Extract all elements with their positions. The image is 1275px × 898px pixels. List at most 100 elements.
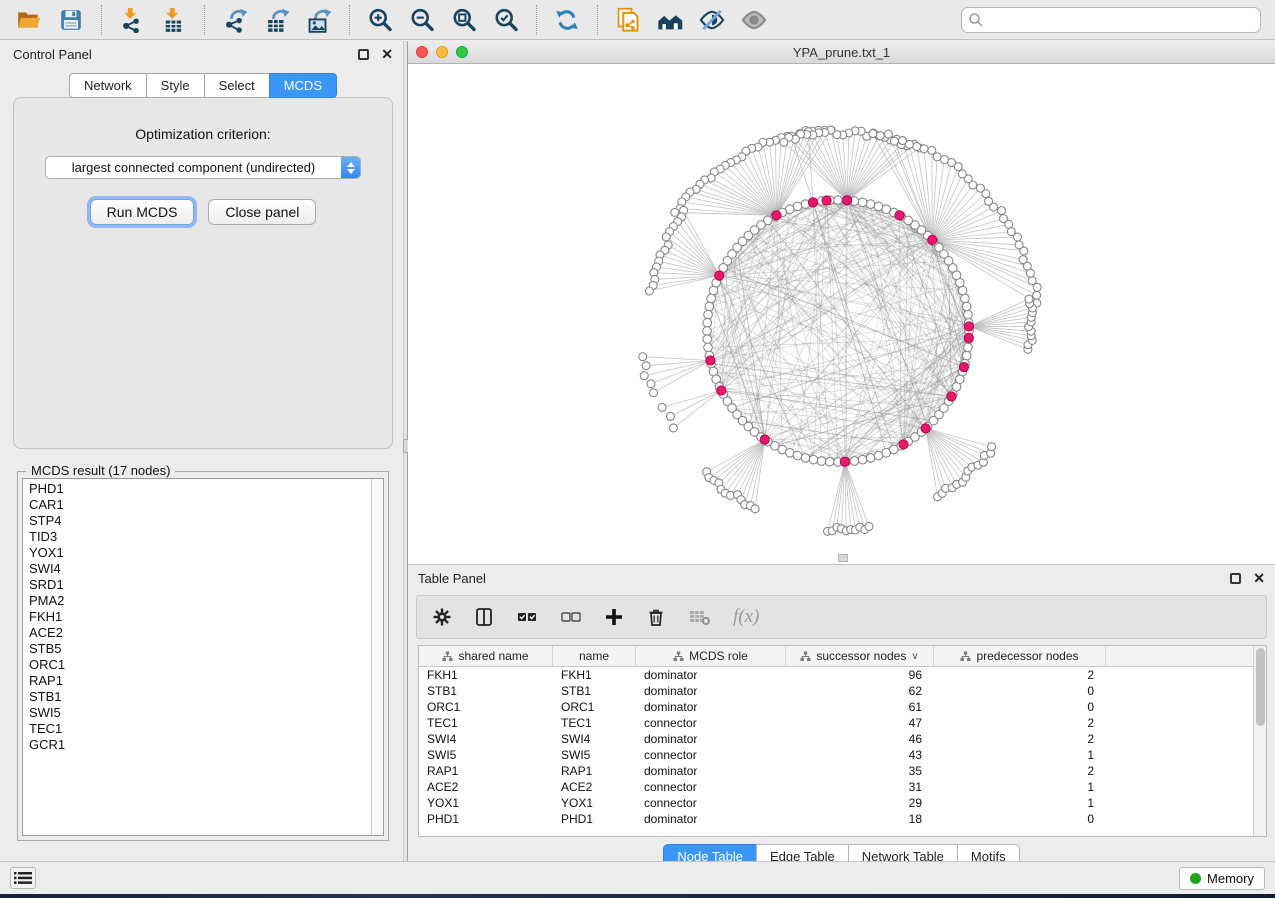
cell-successor_nodes[interactable]: 29 bbox=[786, 795, 934, 811]
select-all-rows-button[interactable] bbox=[515, 606, 539, 628]
cell-mcds_role[interactable]: connector bbox=[636, 715, 786, 731]
criterion-dropdown[interactable]: largest connected component (undirected) bbox=[45, 156, 361, 179]
memory-button[interactable]: Memory bbox=[1179, 867, 1265, 890]
cell-shared_name[interactable]: STB1 bbox=[419, 683, 553, 699]
cell-successor_nodes[interactable]: 18 bbox=[786, 811, 934, 827]
mcds-result-scrollbar[interactable] bbox=[371, 479, 383, 835]
result-node-item[interactable]: ORC1 bbox=[29, 657, 371, 673]
search-input[interactable] bbox=[984, 12, 1254, 27]
table-row[interactable]: PHD1PHD1dominator180 bbox=[419, 811, 1266, 827]
import-network-button[interactable] bbox=[114, 4, 150, 36]
cell-predecessor_nodes[interactable]: 2 bbox=[934, 731, 1106, 747]
zoom-out-button[interactable] bbox=[404, 4, 440, 36]
help-home-button[interactable] bbox=[652, 4, 688, 36]
close-panel-button-mcds[interactable]: Close panel bbox=[208, 199, 316, 225]
function-builder-button[interactable]: f(x) bbox=[733, 606, 759, 628]
cell-shared_name[interactable]: SWI5 bbox=[419, 747, 553, 763]
task-history-button[interactable] bbox=[10, 867, 36, 889]
cell-shared_name[interactable]: ACE2 bbox=[419, 779, 553, 795]
show-graphics-details-button[interactable] bbox=[736, 4, 772, 36]
result-node-item[interactable]: SRD1 bbox=[29, 577, 371, 593]
cell-predecessor_nodes[interactable]: 0 bbox=[934, 683, 1106, 699]
result-node-item[interactable]: CAR1 bbox=[29, 497, 371, 513]
export-network-button[interactable] bbox=[217, 4, 253, 36]
result-node-item[interactable]: TID3 bbox=[29, 529, 371, 545]
refresh-layout-button[interactable] bbox=[549, 4, 585, 36]
run-mcds-button[interactable]: Run MCDS bbox=[90, 199, 195, 225]
cell-name[interactable]: TEC1 bbox=[553, 715, 636, 731]
save-session-button[interactable] bbox=[53, 4, 89, 36]
result-node-item[interactable]: YOX1 bbox=[29, 545, 371, 561]
result-node-item[interactable]: PMA2 bbox=[29, 593, 371, 609]
column-header-predecessor-nodes[interactable]: predecessor nodes bbox=[934, 646, 1106, 666]
cell-predecessor_nodes[interactable]: 1 bbox=[934, 779, 1106, 795]
result-node-item[interactable]: ACE2 bbox=[29, 625, 371, 641]
table-row[interactable]: TEC1TEC1connector472 bbox=[419, 715, 1266, 731]
result-node-item[interactable]: STB5 bbox=[29, 641, 371, 657]
table-row[interactable]: SWI5SWI5connector431 bbox=[419, 747, 1266, 763]
cell-successor_nodes[interactable]: 47 bbox=[786, 715, 934, 731]
tab-mcds[interactable]: MCDS bbox=[269, 73, 337, 98]
cell-mcds_role[interactable]: dominator bbox=[636, 683, 786, 699]
cell-mcds_role[interactable]: dominator bbox=[636, 763, 786, 779]
cell-successor_nodes[interactable]: 96 bbox=[786, 667, 934, 683]
create-column-button[interactable] bbox=[603, 606, 625, 628]
cell-predecessor_nodes[interactable]: 2 bbox=[934, 715, 1106, 731]
result-node-item[interactable]: SWI5 bbox=[29, 705, 371, 721]
cell-predecessor_nodes[interactable]: 2 bbox=[934, 667, 1106, 683]
result-node-item[interactable]: FKH1 bbox=[29, 609, 371, 625]
cell-shared_name[interactable]: ORC1 bbox=[419, 699, 553, 715]
cell-shared_name[interactable]: YOX1 bbox=[419, 795, 553, 811]
cell-predecessor_nodes[interactable]: 2 bbox=[934, 763, 1106, 779]
hide-graphics-details-button[interactable] bbox=[694, 4, 730, 36]
zoom-in-button[interactable] bbox=[362, 4, 398, 36]
cell-name[interactable]: PHD1 bbox=[553, 811, 636, 827]
cell-mcds_role[interactable]: dominator bbox=[636, 699, 786, 715]
zoom-fit-content-button[interactable] bbox=[446, 4, 482, 36]
search-field[interactable] bbox=[961, 7, 1261, 33]
delete-table-button[interactable] bbox=[687, 606, 713, 628]
export-image-button[interactable] bbox=[301, 4, 337, 36]
result-node-item[interactable]: SWI4 bbox=[29, 561, 371, 577]
cell-mcds_role[interactable]: dominator bbox=[636, 811, 786, 827]
export-table-button[interactable] bbox=[259, 4, 295, 36]
import-table-button[interactable] bbox=[156, 4, 192, 36]
table-scrollbar[interactable] bbox=[1253, 646, 1266, 836]
table-row[interactable]: RAP1RAP1dominator352 bbox=[419, 763, 1266, 779]
cell-predecessor_nodes[interactable]: 0 bbox=[934, 699, 1106, 715]
table-row[interactable]: FKH1FKH1dominator962 bbox=[419, 667, 1266, 683]
close-panel-button[interactable]: ✕ bbox=[381, 49, 393, 60]
float-panel-button[interactable] bbox=[358, 49, 369, 60]
delete-column-button[interactable] bbox=[645, 606, 667, 628]
cell-predecessor_nodes[interactable]: 0 bbox=[934, 811, 1106, 827]
horizontal-splitter-handle[interactable] bbox=[838, 554, 848, 562]
result-node-item[interactable]: PHD1 bbox=[29, 481, 371, 497]
open-session-button[interactable] bbox=[11, 4, 47, 36]
cell-name[interactable]: STB1 bbox=[553, 683, 636, 699]
cell-mcds_role[interactable]: connector bbox=[636, 779, 786, 795]
tab-network[interactable]: Network bbox=[69, 73, 146, 98]
column-header-shared-name[interactable]: shared name bbox=[419, 646, 553, 666]
result-node-item[interactable]: STB1 bbox=[29, 689, 371, 705]
cell-predecessor_nodes[interactable]: 1 bbox=[934, 747, 1106, 763]
column-header-name[interactable]: name bbox=[553, 646, 636, 666]
column-header-successor-nodes[interactable]: successor nodes∨ bbox=[786, 646, 934, 666]
cell-name[interactable]: YOX1 bbox=[553, 795, 636, 811]
network-document-button[interactable] bbox=[610, 4, 646, 36]
column-header-MCDS-role[interactable]: MCDS role bbox=[636, 646, 786, 666]
mcds-result-list[interactable]: PHD1CAR1STP4TID3YOX1SWI4SRD1PMA2FKH1ACE2… bbox=[22, 478, 384, 836]
cell-predecessor_nodes[interactable]: 1 bbox=[934, 795, 1106, 811]
table-row[interactable]: ORC1ORC1dominator610 bbox=[419, 699, 1266, 715]
table-row[interactable]: STB1STB1dominator620 bbox=[419, 683, 1266, 699]
cell-successor_nodes[interactable]: 46 bbox=[786, 731, 934, 747]
cell-successor_nodes[interactable]: 62 bbox=[786, 683, 934, 699]
cell-shared_name[interactable]: FKH1 bbox=[419, 667, 553, 683]
table-row[interactable]: YOX1YOX1connector291 bbox=[419, 795, 1266, 811]
result-node-item[interactable]: STP4 bbox=[29, 513, 371, 529]
cell-successor_nodes[interactable]: 61 bbox=[786, 699, 934, 715]
cell-name[interactable]: ACE2 bbox=[553, 779, 636, 795]
cell-shared_name[interactable]: TEC1 bbox=[419, 715, 553, 731]
cell-shared_name[interactable]: SWI4 bbox=[419, 731, 553, 747]
table-row[interactable]: ACE2ACE2connector311 bbox=[419, 779, 1266, 795]
table-settings-button[interactable] bbox=[431, 606, 453, 628]
